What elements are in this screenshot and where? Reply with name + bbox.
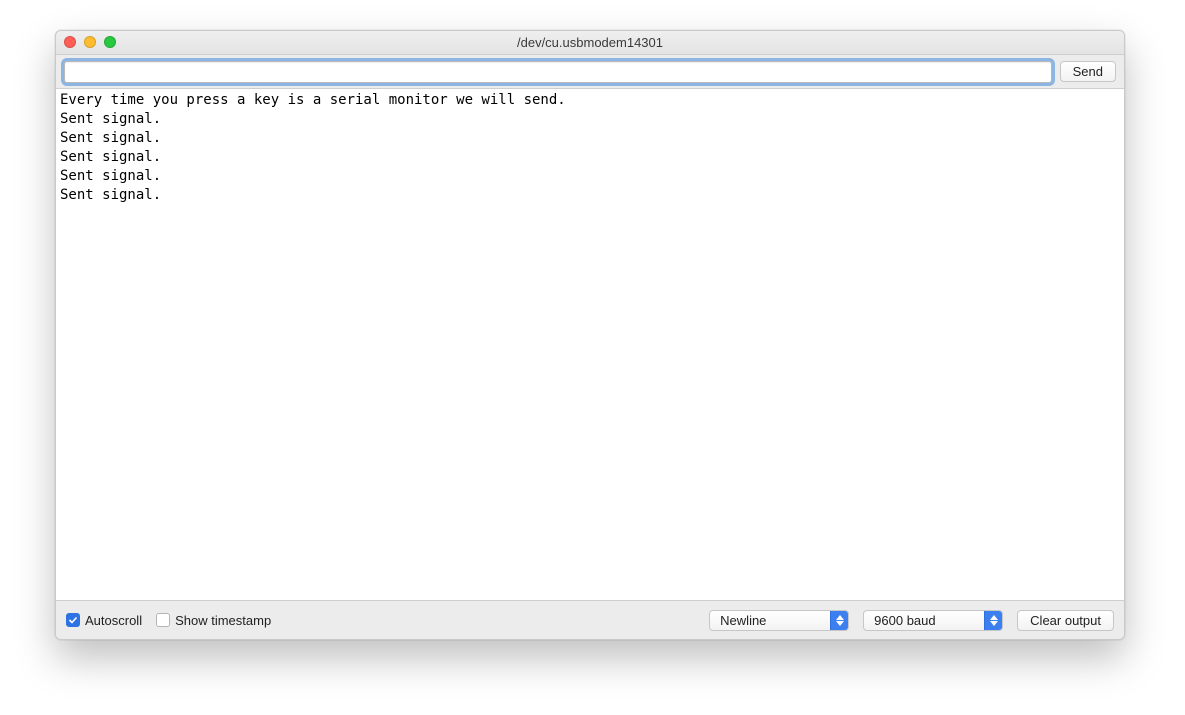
clear-output-button[interactable]: Clear output [1017,610,1114,631]
baud-rate-select[interactable]: 9600 baud [863,610,1003,631]
baud-rate-value: 9600 baud [874,613,935,628]
send-toolbar: Send [56,55,1124,89]
bottom-toolbar: Autoscroll Show timestamp Newline 9600 b… [56,601,1124,639]
autoscroll-checkbox[interactable]: Autoscroll [66,613,142,628]
updown-arrows-icon [830,611,848,630]
window-controls [64,36,116,48]
updown-arrows-icon [984,611,1002,630]
minimize-icon[interactable] [84,36,96,48]
serial-monitor-window: /dev/cu.usbmodem14301 Send Every time yo… [55,30,1125,640]
autoscroll-label: Autoscroll [85,613,142,628]
serial-input[interactable] [64,61,1052,83]
window-title: /dev/cu.usbmodem14301 [517,35,663,50]
zoom-icon[interactable] [104,36,116,48]
line-ending-value: Newline [720,613,766,628]
show-timestamp-checkbox[interactable]: Show timestamp [156,613,271,628]
line-ending-select[interactable]: Newline [709,610,849,631]
send-button[interactable]: Send [1060,61,1116,82]
titlebar: /dev/cu.usbmodem14301 [56,31,1124,55]
checkbox-icon [66,613,80,627]
show-timestamp-label: Show timestamp [175,613,271,628]
serial-log[interactable]: Every time you press a key is a serial m… [56,89,1124,601]
close-icon[interactable] [64,36,76,48]
checkbox-icon [156,613,170,627]
